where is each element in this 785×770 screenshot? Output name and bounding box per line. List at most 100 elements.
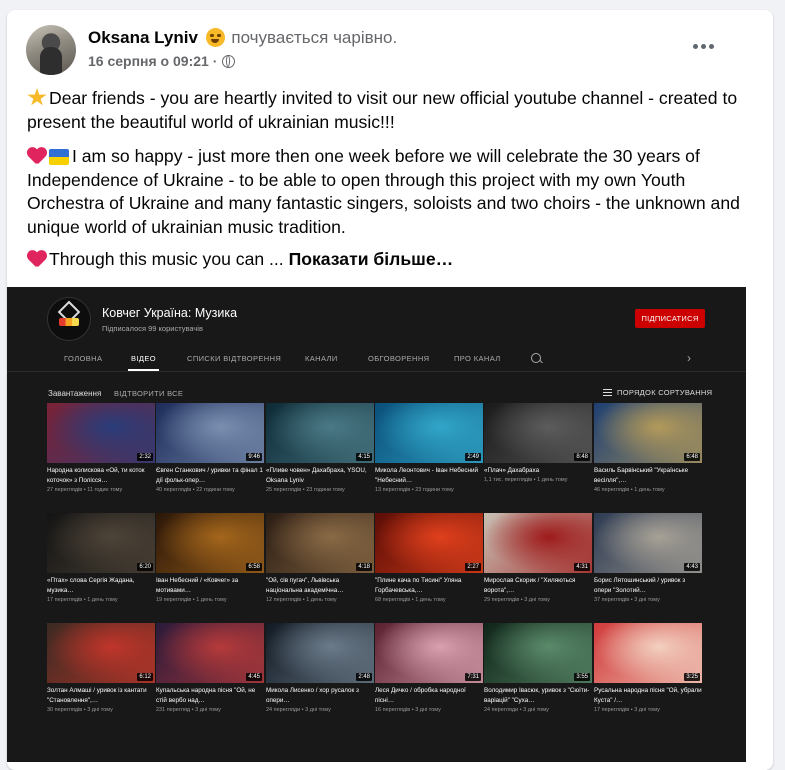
video-card[interactable]: 6:48 Василь Барвінський "Українське весіл… xyxy=(594,403,702,493)
video-card[interactable]: 4:18 "Ой, сів пугач", Львівська національ… xyxy=(266,513,374,603)
video-title[interactable]: Леся Дичко / обробка народної пісні… xyxy=(375,686,483,706)
tab-discussion[interactable]: ОБГОВОРЕННЯ xyxy=(368,354,429,363)
ukraine-flag-icon xyxy=(49,149,69,165)
paragraph-text: Through this music you can ... xyxy=(49,249,284,269)
paragraph-text: I am so happy - just more then one week … xyxy=(27,146,740,237)
video-thumbnail[interactable]: 6:20 xyxy=(47,513,155,573)
video-duration: 3:55 xyxy=(574,673,590,681)
tab-playlists[interactable]: СПИСКИ ВІДТВОРЕННЯ xyxy=(187,354,281,363)
video-card[interactable]: 3:55 Володимир Івасюк, уривок з "Сюїти-ва… xyxy=(484,623,592,713)
video-thumbnail[interactable]: 9:46 xyxy=(156,403,264,463)
video-thumbnail[interactable]: 4:31 xyxy=(484,513,592,573)
video-title[interactable]: Микола Леонтович - Іван Небесний "Небесн… xyxy=(375,466,483,486)
tab-videos[interactable]: ВІДЕО xyxy=(127,354,160,371)
video-title[interactable]: Русальна народна пісня "Ой, убрали Куста… xyxy=(594,686,702,706)
video-thumbnail[interactable]: 4:18 xyxy=(266,513,374,573)
video-title[interactable]: Мирослав Скорик / "Хиляються ворота",… xyxy=(484,576,592,596)
video-thumbnail[interactable]: 3:55 xyxy=(484,623,592,683)
tab-channels[interactable]: КАНАЛИ xyxy=(305,354,338,363)
post-paragraph-2: I am so happy - just more then one week … xyxy=(27,145,747,239)
video-card[interactable]: 7:31 Леся Дичко / обробка народної пісні…… xyxy=(375,623,483,713)
video-card[interactable]: 2:48 Микола Лисенко / хор русалок з опери… xyxy=(266,623,374,713)
video-meta: 68 переглядів • 1 день тому xyxy=(375,597,446,603)
video-thumbnail[interactable]: 4:15 xyxy=(266,403,374,463)
youtube-embed[interactable]: Ковчег Україна: Музика Підписалося 99 ко… xyxy=(7,287,746,762)
video-card[interactable]: 2:49 Микола Леонтович - Іван Небесний "Не… xyxy=(375,403,483,493)
video-thumbnail[interactable]: 3:25 xyxy=(594,623,702,683)
video-card[interactable]: 4:45 Купальська народна пісня "Ой, не сті… xyxy=(156,623,264,713)
video-meta: 27 переглядів • 11 годин тому xyxy=(47,487,123,493)
feeling-text: почувається чарівно. xyxy=(231,28,398,47)
author-name[interactable]: Oksana Lyniv xyxy=(88,28,198,47)
video-title[interactable]: "Ой, сів пугач", Львівська національна а… xyxy=(266,576,374,596)
video-meta: 25 переглядів • 23 години тому xyxy=(266,487,345,493)
globe-icon[interactable] xyxy=(222,54,236,68)
video-duration: 6:58 xyxy=(246,563,262,571)
author-avatar[interactable] xyxy=(26,25,76,75)
search-icon[interactable] xyxy=(531,353,541,363)
tab-home[interactable]: ГОЛОВНА xyxy=(64,354,102,363)
more-options-icon[interactable] xyxy=(689,35,717,57)
subscribe-button[interactable]: ПІДПИСАТИСЯ xyxy=(635,309,705,328)
video-thumbnail[interactable]: 4:43 xyxy=(594,513,702,573)
uploads-label: Завантаження xyxy=(48,389,102,398)
video-thumbnail[interactable]: 6:58 xyxy=(156,513,264,573)
video-thumbnail[interactable]: 7:31 xyxy=(375,623,483,683)
video-title[interactable]: Василь Барвінський "Українське весілля",… xyxy=(594,466,702,486)
video-thumbnail[interactable]: 4:45 xyxy=(156,623,264,683)
chevron-right-icon[interactable]: › xyxy=(687,351,691,365)
video-thumbnail[interactable]: 2:49 xyxy=(375,403,483,463)
video-meta: 46 переглядів • 1 день тому xyxy=(594,487,665,493)
post-date[interactable]: 16 серпня о 09:21 · xyxy=(88,53,217,69)
video-duration: 4:18 xyxy=(356,563,372,571)
video-meta: 19 переглядів • 1 день тому xyxy=(156,597,227,603)
video-duration: 7:31 xyxy=(465,673,481,681)
subscriber-count: Підписалося 99 користувачів xyxy=(102,324,203,333)
video-card[interactable]: 8:48 «Плач» Дахабраха 1,1 тис. переглядів … xyxy=(484,403,592,483)
video-title[interactable]: Володимир Івасюк, уривок з "Сюїти-варіац… xyxy=(484,686,592,706)
video-card[interactable]: 4:15 «Пливе човен» Дахабраха, YSOU, Oksan… xyxy=(266,403,374,493)
video-title[interactable]: Іван Небесний / «Ковчег» за мотивами… xyxy=(156,576,264,596)
tab-about[interactable]: ПРО КАНАЛ xyxy=(454,354,501,363)
video-title[interactable]: Євген Станкович / уривки та фінал 1 дії … xyxy=(156,466,264,486)
sort-icon xyxy=(603,389,612,396)
video-card[interactable]: 2:27 "Плине кача по Тисині" Уляна Горбаче… xyxy=(375,513,483,603)
play-all-button[interactable]: ВІДТВОРИТИ ВСЕ xyxy=(114,389,183,398)
video-meta: 37 переглядів • 3 дні тому xyxy=(594,597,660,603)
video-card[interactable]: 6:20 «Птах» слова Сергія Жадана, музика… 1… xyxy=(47,513,155,603)
video-title[interactable]: "Плине кача по Тисині" Уляна Горбачевськ… xyxy=(375,576,483,596)
video-card[interactable]: 3:25 Русальна народна пісня "Ой, убрали К… xyxy=(594,623,702,713)
video-duration: 8:48 xyxy=(574,453,590,461)
video-duration: 4:43 xyxy=(684,563,700,571)
video-duration: 2:32 xyxy=(137,453,153,461)
video-meta: 30 переглядів • 3 дні тому xyxy=(47,707,113,713)
video-meta: 16 переглядів • 3 дні тому xyxy=(375,707,441,713)
video-duration: 2:48 xyxy=(356,673,372,681)
video-duration: 6:48 xyxy=(684,453,700,461)
post-paragraph-1: Dear friends - you are heartly invited t… xyxy=(27,87,747,134)
see-more-link[interactable]: Показати більше… xyxy=(289,249,454,269)
video-title[interactable]: «Плач» Дахабраха xyxy=(484,466,592,476)
video-thumbnail[interactable]: 6:12 xyxy=(47,623,155,683)
video-meta: 40 переглядів • 22 години тому xyxy=(156,487,235,493)
video-title[interactable]: «Птах» слова Сергія Жадана, музика… xyxy=(47,576,155,596)
video-card[interactable]: 4:31 Мирослав Скорик / "Хиляються ворота"… xyxy=(484,513,592,603)
sort-button[interactable]: ПОРЯДОК СОРТУВАННЯ xyxy=(603,388,712,397)
video-title[interactable]: Микола Лисенко / хор русалок з опери… xyxy=(266,686,374,706)
video-thumbnail[interactable]: 2:27 xyxy=(375,513,483,573)
video-card[interactable]: 4:43 Борис Лятошинський / уривок з опери … xyxy=(594,513,702,603)
video-title[interactable]: Купальська народна пісня "Ой, не стій ве… xyxy=(156,686,264,706)
video-card[interactable]: 6:12 Золтан Алмаші / уривок із кантати "С… xyxy=(47,623,155,713)
video-thumbnail[interactable]: 8:48 xyxy=(484,403,592,463)
video-thumbnail[interactable]: 2:32 xyxy=(47,403,155,463)
video-title[interactable]: Народна колискова «Ой, ти коток коточок»… xyxy=(47,466,155,486)
video-title[interactable]: «Пливе човен» Дахабраха, YSOU, Oksana Ly… xyxy=(266,466,374,486)
video-card[interactable]: 9:46 Євген Станкович / уривки та фінал 1 … xyxy=(156,403,264,493)
post-meta: 16 серпня о 09:21 · xyxy=(88,53,236,69)
video-thumbnail[interactable]: 6:48 xyxy=(594,403,702,463)
video-card[interactable]: 2:32 Народна колискова «Ой, ти коток кото… xyxy=(47,403,155,493)
video-title[interactable]: Золтан Алмаші / уривок із кантати "Стано… xyxy=(47,686,155,706)
video-thumbnail[interactable]: 2:48 xyxy=(266,623,374,683)
video-title[interactable]: Борис Лятошинський / уривок з опери "Зол… xyxy=(594,576,702,596)
video-card[interactable]: 6:58 Іван Небесний / «Ковчег» за мотивами… xyxy=(156,513,264,603)
